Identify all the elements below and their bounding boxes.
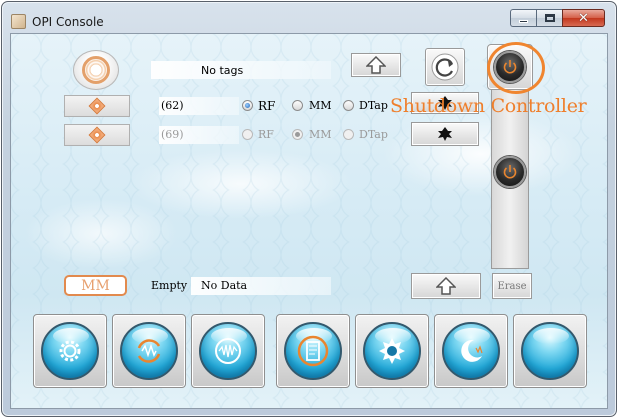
app-icon — [11, 14, 26, 29]
close-button[interactable]: ✕ — [562, 9, 605, 27]
mode-badge: MM — [64, 275, 127, 296]
row1-rf-label: RF — [258, 99, 276, 113]
sun-settings-icon — [379, 338, 405, 364]
refresh-wave-icon — [137, 339, 161, 363]
power-icon — [503, 165, 517, 179]
brand-logo — [73, 50, 119, 90]
console-panel: No tags (62) RF MM DTap (69) RF MM DTap … — [10, 33, 608, 409]
title-bar[interactable]: OPI Console ✕ — [2, 2, 616, 34]
row2-rf-label: RF — [258, 128, 274, 141]
moon-icon — [461, 339, 483, 362]
row1-dtap-label: DTap — [359, 99, 388, 112]
signal-wave-icon — [215, 338, 241, 364]
tag-icon — [88, 97, 106, 115]
tag-button-1[interactable] — [64, 95, 130, 117]
upload-data-button[interactable] — [411, 273, 481, 299]
minimize-icon — [519, 19, 528, 23]
gear-icon — [59, 340, 81, 362]
row1-count: (62) — [161, 99, 184, 112]
up-arrow-icon — [436, 277, 456, 295]
card-icon — [297, 335, 329, 367]
data-label: No Data — [201, 279, 248, 292]
blank-button[interactable] — [513, 314, 587, 388]
row1-rf-radio[interactable] — [242, 100, 253, 111]
shutdown-annotation: Shutdown Controller — [390, 95, 587, 117]
erase-label: Erase — [497, 280, 527, 292]
close-icon: ✕ — [578, 10, 589, 26]
refresh-icon — [431, 53, 459, 81]
tags-label: No tags — [201, 64, 244, 77]
maximize-button[interactable] — [536, 9, 562, 27]
refresh-button[interactable] — [425, 48, 465, 86]
sleep-button[interactable] — [434, 314, 508, 388]
row2-dtap-radio[interactable] — [343, 129, 354, 140]
scan-button[interactable] — [191, 314, 265, 388]
row2-mm-label: MM — [309, 128, 332, 141]
erase-button[interactable]: Erase — [492, 273, 532, 299]
highlight-ring — [487, 42, 545, 94]
row2-rf-radio[interactable] — [242, 129, 253, 140]
blank-orb-icon — [521, 322, 579, 380]
logo-icon — [82, 56, 110, 84]
tag-button-2[interactable] — [64, 124, 130, 146]
row2-tag-action-button[interactable] — [411, 122, 479, 146]
window-controls: ✕ — [510, 9, 605, 27]
tag-icon — [88, 126, 106, 144]
options-button[interactable] — [355, 314, 429, 388]
row2-count: (69) — [161, 128, 184, 141]
row2-dtap-label: DTap — [359, 128, 388, 141]
sync-button[interactable] — [112, 314, 186, 388]
up-arrow-icon — [366, 56, 386, 74]
maximize-icon — [544, 14, 555, 22]
row1-mm-label: MM — [309, 99, 332, 112]
tag-cluster-icon — [438, 127, 452, 141]
status-label: Empty — [151, 279, 188, 292]
card-button[interactable] — [276, 314, 350, 388]
app-window: OPI Console ✕ No tags (62) RF MM DTap (6… — [1, 1, 617, 417]
row1-dtap-radio[interactable] — [343, 100, 354, 111]
row2-mm-radio[interactable] — [292, 129, 303, 140]
settings-button[interactable] — [33, 314, 107, 388]
row1-mm-radio[interactable] — [292, 100, 303, 111]
window-title: OPI Console — [32, 15, 104, 29]
upload-tags-button[interactable] — [351, 53, 401, 77]
minimize-button[interactable] — [510, 9, 536, 27]
power-button-2[interactable] — [494, 156, 526, 188]
